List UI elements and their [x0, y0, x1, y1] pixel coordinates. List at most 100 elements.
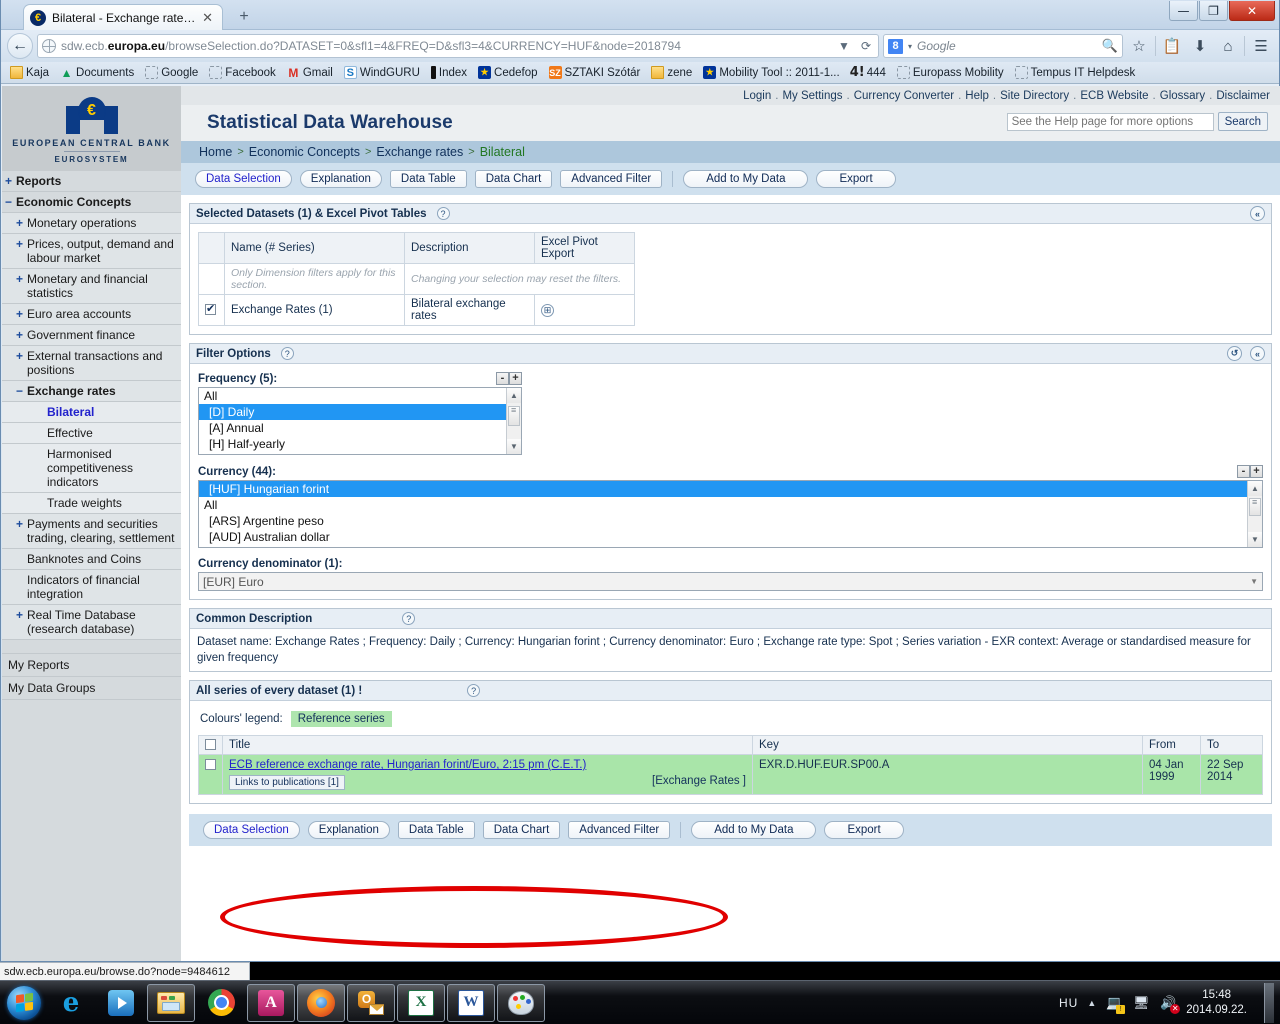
downloads-icon[interactable]: ⬇: [1188, 34, 1212, 58]
sidebar-item-exchange-rates[interactable]: − Exchange rates: [2, 381, 181, 402]
dataset-checkbox-cell[interactable]: [198, 294, 225, 326]
home-icon[interactable]: ⌂: [1216, 34, 1240, 58]
taskbar-item-mozilla-firefox[interactable]: [297, 983, 345, 1022]
no-toggle-icon[interactable]: [36, 496, 44, 510]
toolbar-button-data-selection[interactable]: Data Selection: [195, 170, 292, 188]
action-center-icon[interactable]: 🖥: [1132, 994, 1150, 1012]
taskbar-item-microsoft-excel[interactable]: X: [397, 983, 445, 1022]
col-select[interactable]: [198, 735, 223, 755]
taskbar-item-internet-explorer[interactable]: e: [47, 984, 95, 1022]
frequency-minus-button[interactable]: -: [496, 372, 509, 385]
sidebar-item-bilateral[interactable]: Bilateral: [2, 402, 181, 423]
search-engine-caret-icon[interactable]: ▾: [908, 42, 912, 51]
no-toggle-icon[interactable]: [16, 552, 24, 566]
frequency-scrollbar[interactable]: ▲ ▼: [506, 388, 521, 454]
bookmark-item-mobility-tool-2011-1[interactable]: ★ Mobility Tool :: 2011-1...: [699, 65, 843, 80]
list-item[interactable]: [H] Half-yearly: [199, 436, 521, 452]
browser-search-box[interactable]: 8 ▾ Google 🔍: [883, 34, 1123, 58]
frequency-listbox[interactable]: All [D] Daily [A] Annual [H] Half-yearly ▲ …: [198, 387, 522, 455]
toolbar-button-data-table[interactable]: Data Table: [389, 170, 467, 188]
scroll-up-icon[interactable]: ▲: [1248, 481, 1262, 496]
expand-icon[interactable]: +: [16, 237, 24, 265]
select-all-checkbox[interactable]: [205, 739, 216, 751]
expand-icon[interactable]: +: [5, 174, 13, 188]
sidebar-item-harmonised-competitiveness-indicators[interactable]: Harmonised competitiveness indicators: [2, 444, 181, 493]
sidebar-item-monetary-and-financial-statistics[interactable]: + Monetary and financial statistics: [2, 269, 181, 304]
no-toggle-icon[interactable]: [16, 573, 24, 601]
volume-muted-icon[interactable]: 🔊 ✕: [1159, 994, 1181, 1014]
language-indicator[interactable]: HU: [1059, 996, 1078, 1010]
expand-icon[interactable]: +: [16, 307, 24, 321]
frequency-plus-button[interactable]: +: [509, 372, 522, 385]
series-checkbox[interactable]: [205, 759, 216, 771]
bookmark-item-documents[interactable]: ▲ Documents: [56, 65, 138, 80]
bookmark-item-facebook[interactable]: Facebook: [205, 65, 280, 80]
bookmark-item-tempus-it-helpdesk[interactable]: Tempus IT Helpdesk: [1011, 65, 1140, 80]
dataset-checkbox[interactable]: [205, 302, 216, 316]
list-item[interactable]: [ARS] Argentine peso: [199, 513, 1262, 529]
sidebar-item-monetary-operations[interactable]: + Monetary operations: [2, 213, 181, 234]
sidebar-item-real-time-database-research-database[interactable]: + Real Time Database (research database): [2, 605, 181, 640]
top-link-login[interactable]: Login: [743, 90, 771, 102]
currency-denominator-select[interactable]: [EUR] Euro ▼: [198, 572, 1263, 591]
currency-listbox[interactable]: [HUF] Hungarian forint All [ARS] Argentine…: [198, 480, 1263, 548]
toolbar-button-export[interactable]: Export: [816, 170, 896, 188]
collapse-icon[interactable]: −: [16, 384, 24, 398]
list-item[interactable]: [AUD] Australian dollar: [199, 529, 1262, 545]
sidebar-item-economic-concepts[interactable]: − Economic Concepts: [2, 192, 181, 213]
breadcrumb-item-economic-concepts[interactable]: Economic Concepts: [249, 145, 360, 159]
no-toggle-icon[interactable]: [36, 447, 44, 489]
links-to-publications-button[interactable]: Links to publications [1]: [229, 775, 345, 790]
minimize-button[interactable]: —: [1169, 1, 1198, 21]
series-title-link[interactable]: ECB reference exchange rate, Hungarian f…: [229, 759, 586, 771]
taskbar-item-microsoft-word[interactable]: W: [447, 983, 495, 1022]
bookmark-item-europass-mobility[interactable]: Europass Mobility: [893, 65, 1008, 80]
top-link-disclaimer[interactable]: Disclaimer: [1216, 90, 1270, 102]
bookmark-item-google[interactable]: Google: [141, 65, 202, 80]
expand-icon[interactable]: +: [16, 328, 24, 342]
list-item[interactable]: [HUF] Hungarian forint: [199, 481, 1262, 497]
scroll-thumb[interactable]: [1249, 497, 1261, 516]
sidebar-item-trade-weights[interactable]: Trade weights: [2, 493, 181, 514]
expand-icon[interactable]: +: [16, 349, 24, 377]
list-item[interactable]: [A] Annual: [199, 420, 521, 436]
sidebar-item-indicators-of-financial-integration[interactable]: Indicators of financial integration: [2, 570, 181, 605]
expand-icon[interactable]: +: [16, 272, 24, 300]
bookmark-item-kaja[interactable]: Kaja: [6, 65, 53, 80]
site-search-input[interactable]: [1006, 112, 1214, 131]
scroll-up-icon[interactable]: ▲: [507, 388, 521, 403]
top-link-currency-converter[interactable]: Currency Converter: [854, 90, 954, 102]
breadcrumb-item-home[interactable]: Home: [199, 145, 232, 159]
reload-icon[interactable]: ⟳: [858, 39, 874, 53]
sidebar-item-external-transactions-and-positions[interactable]: + External transactions and positions: [2, 346, 181, 381]
dropdown-caret-icon[interactable]: ▼: [835, 39, 853, 53]
scroll-thumb[interactable]: [508, 405, 520, 426]
sidebar-item-my-reports[interactable]: My Reports: [2, 654, 181, 677]
currency-minus-button[interactable]: -: [1237, 465, 1250, 478]
toolbar-button-data-chart[interactable]: Data Chart: [482, 821, 561, 839]
chevron-down-icon[interactable]: ▼: [1250, 577, 1258, 586]
bookmark-item-444[interactable]: 4! 444: [847, 65, 890, 80]
sidebar-item-my-data-groups[interactable]: My Data Groups: [2, 677, 181, 700]
browser-tab[interactable]: € Bilateral - Exchange rates - ... ✕: [23, 4, 223, 30]
taskbar-item-windows-media-player[interactable]: [97, 984, 145, 1022]
bookmark-item-gmail[interactable]: M Gmail: [283, 65, 337, 80]
toolbar-button-data-table[interactable]: Data Table: [397, 821, 475, 839]
reading-list-icon[interactable]: 📋: [1160, 34, 1184, 58]
taskbar-item-windows-explorer[interactable]: [147, 983, 195, 1022]
help-icon[interactable]: ?: [467, 684, 481, 697]
scroll-down-icon[interactable]: ▼: [1248, 532, 1262, 547]
top-link-glossary[interactable]: Glossary: [1160, 90, 1205, 102]
close-window-button[interactable]: ✕: [1229, 1, 1275, 21]
help-icon[interactable]: ?: [280, 347, 294, 360]
toolbar-button-explanation[interactable]: Explanation: [299, 170, 382, 188]
show-desktop-button[interactable]: [1264, 982, 1274, 1023]
bookmark-item-zene[interactable]: zene: [647, 65, 696, 80]
toolbar-button-advanced-filter[interactable]: Advanced Filter: [568, 821, 671, 839]
clock[interactable]: 15:48 2014.09.22.: [1186, 988, 1251, 1018]
currency-plus-button[interactable]: +: [1250, 465, 1263, 478]
address-bar[interactable]: sdw.ecb.europa.eu/browseSelection.do?DAT…: [37, 34, 879, 58]
toolbar-button-data-selection[interactable]: Data Selection: [203, 821, 300, 839]
sidebar-item-prices-output-demand-and-labour-market[interactable]: + Prices, output, demand and labour marke…: [2, 234, 181, 269]
maximize-button[interactable]: ❐: [1199, 1, 1228, 21]
